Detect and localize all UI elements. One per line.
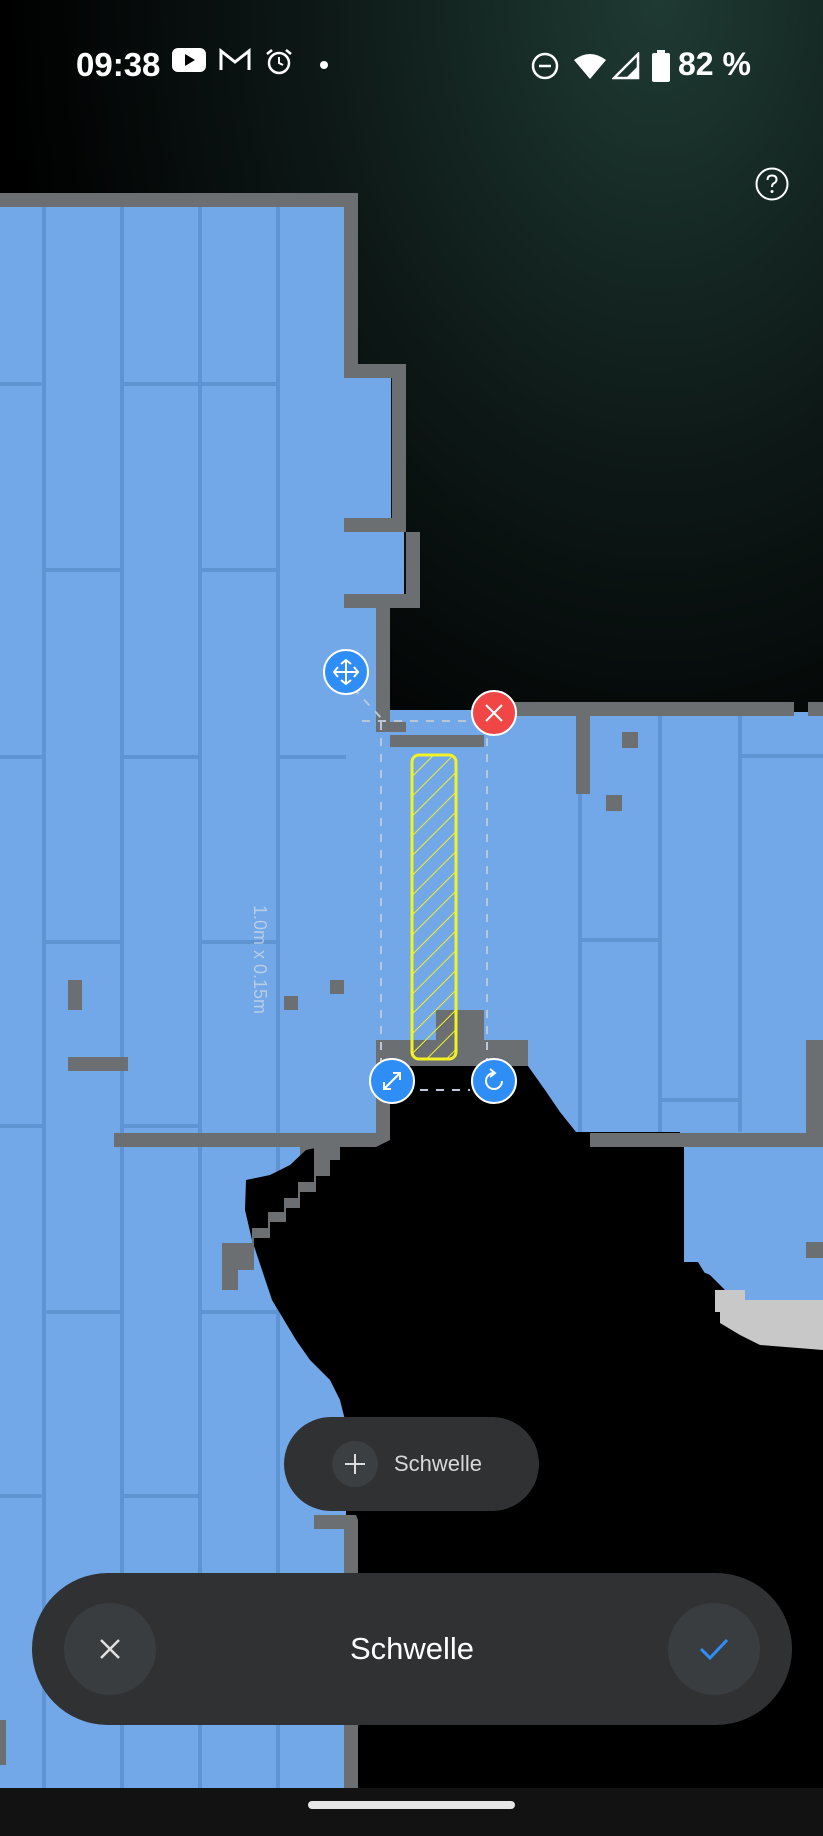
dnd-icon bbox=[531, 52, 559, 80]
alarm-icon bbox=[266, 49, 292, 75]
battery-percentage: 82 % bbox=[678, 46, 751, 82]
check-icon bbox=[699, 1638, 729, 1661]
edit-bottom-bar: Schwelle bbox=[32, 1573, 792, 1725]
cancel-button[interactable] bbox=[64, 1603, 156, 1695]
dot-icon bbox=[320, 61, 328, 69]
home-indicator[interactable] bbox=[308, 1801, 515, 1809]
navigation-bar bbox=[0, 1788, 823, 1836]
gmail-icon bbox=[219, 48, 251, 70]
help-icon[interactable] bbox=[755, 167, 789, 201]
threshold-zone[interactable] bbox=[410, 753, 458, 1061]
move-handle[interactable] bbox=[323, 649, 369, 695]
status-bar: 09:38 82 % bbox=[0, 0, 823, 130]
add-threshold-label: Schwelle bbox=[394, 1451, 483, 1476]
delete-handle[interactable] bbox=[471, 690, 517, 736]
close-icon bbox=[100, 1639, 120, 1659]
bottom-bar-title: Schwelle bbox=[349, 1631, 475, 1666]
zone-dimensions-label: 1.0m x 0.15m bbox=[250, 905, 270, 1015]
confirm-button[interactable] bbox=[668, 1603, 760, 1695]
rotate-handle[interactable] bbox=[471, 1058, 517, 1104]
status-time: 09:38 bbox=[76, 46, 161, 83]
wifi-icon bbox=[574, 54, 606, 79]
youtube-icon bbox=[172, 48, 206, 72]
add-threshold-button[interactable]: Schwelle bbox=[284, 1417, 539, 1511]
resize-handle[interactable] bbox=[369, 1058, 415, 1104]
floor-map[interactable] bbox=[0, 0, 823, 1836]
cellular-icon bbox=[612, 52, 640, 80]
battery-icon bbox=[652, 50, 670, 82]
plus-icon bbox=[332, 1441, 378, 1487]
